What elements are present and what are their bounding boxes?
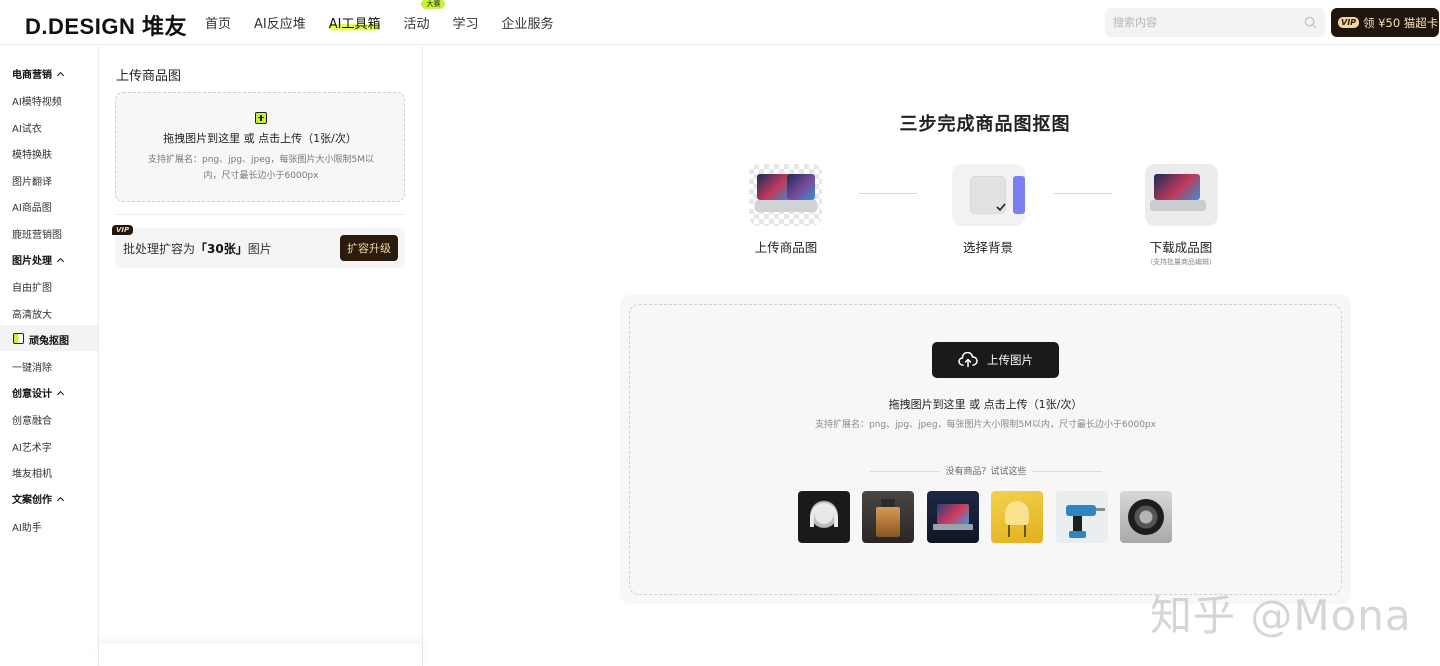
step-3-note: （支持批量商品编辑） bbox=[1146, 258, 1216, 266]
sidebar-group-copywriting[interactable]: 文案创作 bbox=[12, 491, 65, 506]
sidebar-item-one-click-erase[interactable]: 一键消除 bbox=[12, 359, 52, 374]
drill-icon bbox=[1066, 505, 1096, 516]
sidebar-item-ai-tryon[interactable]: AI试衣 bbox=[12, 120, 42, 135]
panel-drop-zone[interactable]: 拖拽图片到这里 或 点击上传（1张/次） 支持扩展名：png、jpg、jpeg，… bbox=[115, 92, 405, 202]
site-logo[interactable]: D.DESIGN 堆友 bbox=[25, 9, 187, 41]
step-download-image bbox=[1145, 164, 1218, 226]
vip-tag: VIP bbox=[1338, 17, 1360, 28]
nav-events[interactable]: 活动 大赛 bbox=[403, 0, 446, 32]
sample-perfume[interactable] bbox=[862, 491, 914, 543]
chevron-up-icon bbox=[56, 390, 65, 398]
sidebar-group-image-processing[interactable]: 图片处理 bbox=[12, 252, 65, 267]
step-2-label: 选择背景 bbox=[962, 240, 1013, 255]
upload-panel: 上传商品图 拖拽图片到这里 或 点击上传（1张/次） 支持扩展名：png、jpg… bbox=[99, 46, 423, 666]
nav-ai-reactor[interactable]: AI反应堆 bbox=[254, 13, 306, 32]
sidebar-item-ai-product-image[interactable]: AI商品图 bbox=[12, 199, 52, 214]
sidebar-item-duiyou-camera[interactable]: 堆友相机 bbox=[12, 465, 52, 480]
contest-badge: 大赛 bbox=[421, 0, 446, 9]
tire-icon bbox=[1128, 499, 1164, 535]
chevron-up-icon bbox=[56, 496, 65, 504]
sample-headphones[interactable] bbox=[798, 491, 850, 543]
batch-upgrade-text: 批处理扩容为「30张」图片 bbox=[123, 242, 272, 256]
sidebar-item-luban-marketing[interactable]: 鹿班营销图 bbox=[12, 226, 62, 241]
upgrade-button[interactable]: 扩容升级 bbox=[340, 235, 398, 261]
search-icon[interactable] bbox=[1303, 15, 1318, 30]
panel-divider bbox=[115, 214, 405, 215]
sidebar-group-creative-design[interactable]: 创意设计 bbox=[12, 385, 65, 400]
sample-drill[interactable] bbox=[1056, 491, 1108, 543]
panel-drop-requirements: 支持扩展名：png、jpg、jpeg，每张图片大小限制5M以内，尺寸最长边小于6… bbox=[147, 155, 374, 181]
chevron-up-icon bbox=[56, 71, 65, 79]
sample-laptop[interactable] bbox=[927, 491, 979, 543]
try-samples-header: 没有商品？试试这些 bbox=[870, 464, 1102, 478]
sample-tire[interactable] bbox=[1120, 491, 1172, 543]
headphones-icon bbox=[810, 503, 838, 527]
sidebar-item-ai-art-text[interactable]: AI艺术字 bbox=[12, 439, 52, 454]
step-select-background bbox=[952, 164, 1025, 226]
panel-drop-instruction: 拖拽图片到这里 或 点击上传（1张/次） bbox=[163, 132, 357, 145]
search-input[interactable] bbox=[1105, 8, 1325, 37]
batch-upgrade-card: 批处理扩容为「30张」图片 扩容升级 bbox=[115, 228, 405, 268]
vip-badge: VIP bbox=[112, 225, 134, 235]
step-connector bbox=[1054, 193, 1112, 194]
chevron-up-icon bbox=[56, 257, 65, 265]
sidebar-item-free-expand[interactable]: 自由扩图 bbox=[12, 279, 52, 294]
laptop-image bbox=[757, 174, 791, 200]
laptop-image bbox=[1154, 174, 1200, 200]
laptop-icon bbox=[937, 504, 969, 524]
cutout-tool-icon bbox=[13, 333, 24, 344]
watermark: 知乎 @Mona bbox=[1150, 591, 1412, 640]
sidebar-item-model-skin[interactable]: 模特换肤 bbox=[12, 146, 52, 161]
step-1-label: 上传商品图 bbox=[754, 240, 818, 255]
cloud-upload-icon bbox=[958, 352, 978, 368]
sidebar: 电商营销 AI模特视频 AI试衣 模特换肤 图片翻译 AI商品图 鹿班营销图 图… bbox=[0, 46, 99, 666]
sidebar-item-creative-fusion[interactable]: 创意融合 bbox=[12, 412, 52, 427]
perfume-bottle-icon bbox=[876, 507, 900, 537]
upload-image-button[interactable]: 上传图片 bbox=[932, 342, 1059, 378]
top-header: D.DESIGN 堆友 首页 AI反应堆 AI工具箱 活动 大赛 学习 企业服务 … bbox=[0, 0, 1440, 45]
upload-instruction: 拖拽图片到这里 或 点击上传（1张/次） bbox=[888, 398, 1083, 411]
upload-requirements: 支持扩展名：png、jpg、jpeg，每张图片大小限制5M以内，尺寸最长边小于6… bbox=[815, 420, 1156, 430]
sidebar-item-hd-upscale[interactable]: 高清放大 bbox=[12, 306, 52, 321]
check-icon bbox=[996, 203, 1006, 211]
sidebar-item-ai-assistant[interactable]: AI助手 bbox=[12, 519, 42, 534]
sidebar-item-image-translate[interactable]: 图片翻译 bbox=[12, 173, 52, 188]
add-image-icon bbox=[255, 112, 267, 124]
steps-title: 三步完成商品图抠图 bbox=[899, 114, 1071, 135]
vip-coupon-label: 领 ¥50 猫超卡 bbox=[1363, 15, 1439, 30]
vip-coupon-button[interactable]: VIP 领 ¥50 猫超卡 bbox=[1331, 8, 1439, 37]
step-3-label: 下载成品图 bbox=[1149, 240, 1213, 255]
step-connector bbox=[859, 193, 917, 194]
nav-learn[interactable]: 学习 bbox=[453, 13, 479, 32]
batch-count: 「30张」 bbox=[195, 242, 248, 256]
sidebar-item-cutout[interactable]: 顽兔抠图 bbox=[29, 332, 69, 347]
nav-home[interactable]: 首页 bbox=[205, 13, 231, 32]
sidebar-group-ecommerce[interactable]: 电商营销 bbox=[12, 66, 65, 81]
nav-enterprise[interactable]: 企业服务 bbox=[502, 13, 554, 32]
main-nav: 首页 AI反应堆 AI工具箱 活动 大赛 学习 企业服务 bbox=[205, 0, 577, 45]
sample-chair[interactable] bbox=[991, 491, 1043, 543]
panel-title: 上传商品图 bbox=[116, 69, 182, 84]
chair-icon bbox=[1005, 501, 1029, 525]
nav-ai-toolbox[interactable]: AI工具箱 bbox=[328, 13, 381, 32]
main-upload-area: 上传图片 拖拽图片到这里 或 点击上传（1张/次） 支持扩展名：png、jpg、… bbox=[620, 295, 1351, 604]
panel-bottom-bar bbox=[99, 644, 422, 666]
sidebar-item-ai-model-video[interactable]: AI模特视频 bbox=[12, 93, 62, 108]
step-upload-image bbox=[749, 164, 822, 226]
main-drop-zone[interactable]: 上传图片 拖拽图片到这里 或 点击上传（1张/次） 支持扩展名：png、jpg、… bbox=[629, 304, 1342, 595]
